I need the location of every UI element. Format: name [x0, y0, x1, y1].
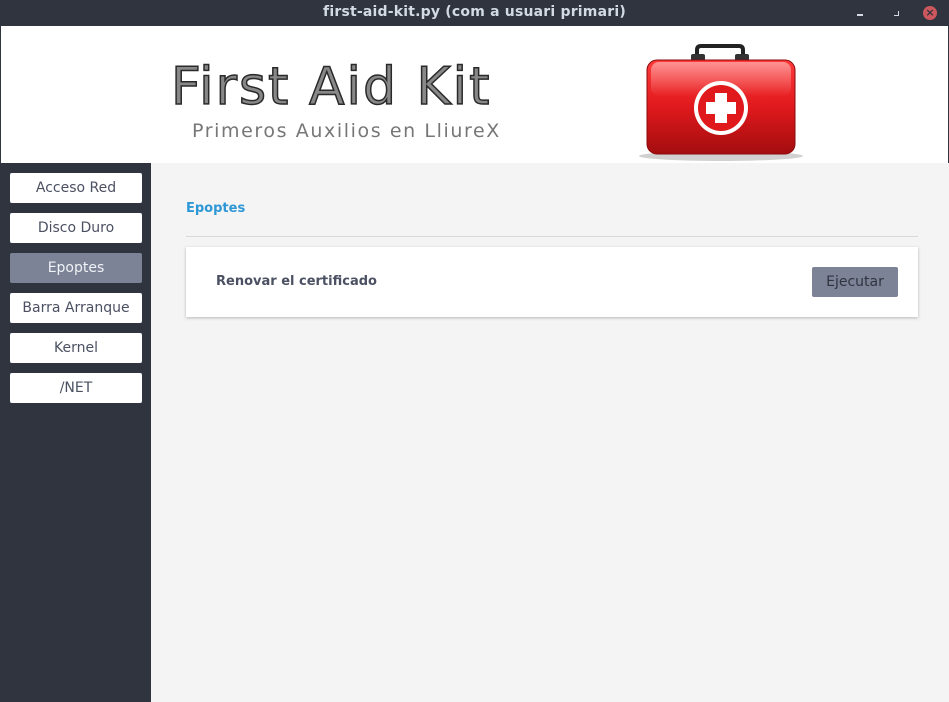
main-content: Epoptes Renovar el certificado Ejecutar	[151, 163, 949, 702]
action-label: Renovar el certificado	[216, 274, 377, 289]
banner-subtitle: Primeros Auxilios en LliureX	[192, 120, 501, 142]
sidebar-item-disco-duro[interactable]: Disco Duro	[10, 213, 142, 243]
close-icon: ×	[923, 6, 937, 20]
section-divider	[186, 236, 918, 237]
banner: First Aid Kit Primeros Auxilios en Lliur…	[1, 26, 948, 163]
title-bar[interactable]: first-aid-kit.py (com a usuari primari) …	[0, 0, 949, 26]
banner-title: First Aid Kit	[170, 56, 492, 118]
action-card: Renovar el certificado Ejecutar	[186, 247, 918, 317]
sidebar-item-net[interactable]: /NET	[10, 373, 142, 403]
window-title: first-aid-kit.py (com a usuari primari)	[323, 4, 626, 20]
maximize-icon	[893, 10, 899, 16]
minimize-button[interactable]	[852, 5, 868, 21]
app-window: first-aid-kit.py (com a usuari primari) …	[0, 0, 949, 702]
first-aid-kit-icon	[639, 44, 803, 161]
sidebar-item-barra-arranque[interactable]: Barra Arranque	[10, 293, 142, 323]
sidebar: Acceso Red Disco Duro Epoptes Barra Arra…	[0, 163, 151, 702]
close-button[interactable]: ×	[922, 5, 938, 21]
sidebar-item-epoptes[interactable]: Epoptes	[10, 253, 142, 283]
sidebar-item-kernel[interactable]: Kernel	[10, 333, 142, 363]
execute-button[interactable]: Ejecutar	[812, 267, 898, 297]
maximize-button[interactable]	[888, 5, 904, 21]
sidebar-item-acceso-red[interactable]: Acceso Red	[10, 173, 142, 203]
minimize-icon	[857, 14, 863, 16]
section-title: Epoptes	[186, 201, 246, 216]
